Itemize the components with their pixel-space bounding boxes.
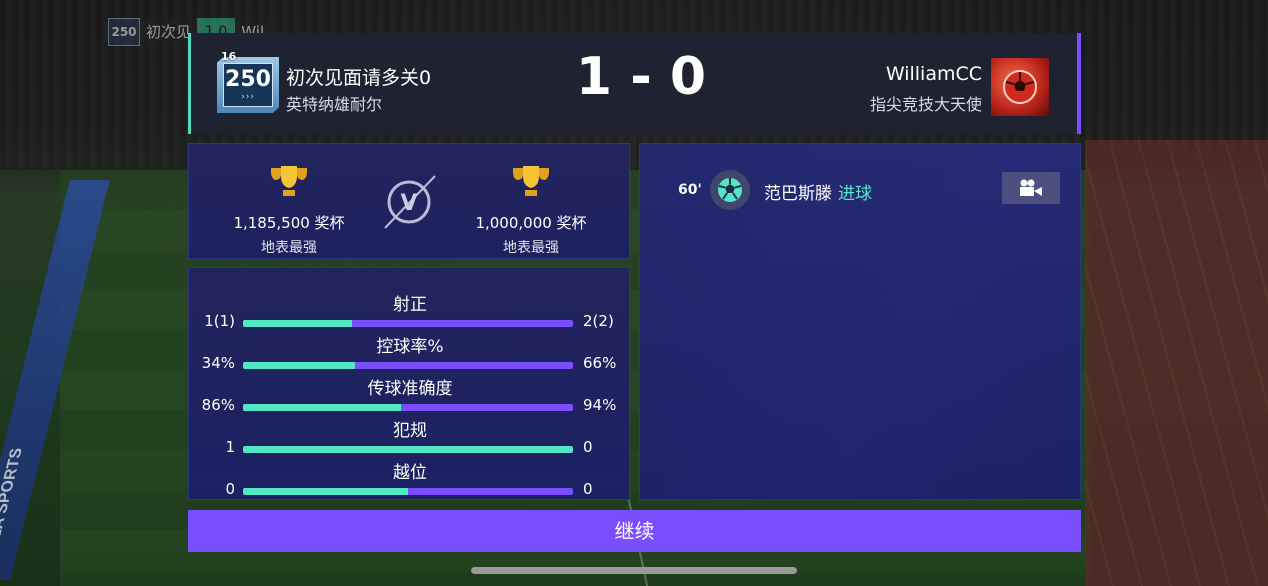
stat-bar bbox=[243, 362, 573, 369]
match-header: 250 ››› 16 初次见面请多关0 英特纳雄耐尔 1 - 0 William… bbox=[188, 33, 1081, 134]
stat-bar bbox=[243, 446, 573, 453]
rank-badge-inner: 250 ››› bbox=[223, 63, 273, 107]
stat-home-value: 34% bbox=[201, 354, 235, 372]
match-score: 1 - 0 bbox=[575, 47, 707, 107]
trophy-panel: 1,185,500 奖杯 地表最强 V 1,000,000 奖杯 地表最强 bbox=[188, 143, 630, 259]
stat-bar bbox=[243, 320, 573, 327]
stat-bar-fill bbox=[243, 320, 352, 327]
away-trophy-block: 1,000,000 奖杯 地表最强 bbox=[451, 144, 611, 257]
rank-value: 250 bbox=[225, 67, 271, 92]
versus-icon: V bbox=[384, 175, 436, 229]
stat-home-value: 1(1) bbox=[204, 312, 235, 330]
stat-bar-fill bbox=[243, 488, 408, 495]
stat-bar-fill bbox=[243, 404, 401, 411]
trophy-icon bbox=[513, 166, 549, 196]
replay-video-button[interactable] bbox=[1002, 172, 1060, 204]
soccer-ball-icon bbox=[718, 178, 742, 202]
stat-label: 越位 bbox=[393, 463, 427, 483]
stat-label: 射正 bbox=[393, 295, 427, 315]
rank-level: 16 bbox=[221, 50, 237, 63]
stat-home-value: 86% bbox=[201, 396, 235, 414]
stat-away-value: 0 bbox=[583, 438, 593, 456]
stat-away-value: 0 bbox=[583, 480, 593, 498]
event-type: 进球 bbox=[838, 184, 872, 204]
stat-away-value: 94% bbox=[583, 396, 617, 414]
away-club-name: 指尖竞技大天使 bbox=[869, 95, 982, 114]
away-trophy-tier: 地表最强 bbox=[503, 240, 559, 256]
soccer-ball-icon bbox=[1003, 70, 1037, 104]
home-indicator-bar[interactable] bbox=[471, 567, 797, 574]
stat-home-value: 0 bbox=[225, 480, 235, 498]
rank-badge: 250 ››› bbox=[217, 57, 279, 113]
away-player-name: WilliamCC bbox=[885, 63, 982, 85]
video-camera-icon bbox=[1020, 179, 1042, 196]
stat-bar bbox=[243, 404, 573, 411]
stat-home-value: 1 bbox=[225, 438, 235, 456]
stat-away-value: 2(2) bbox=[583, 312, 614, 330]
stat-away-value: 66% bbox=[583, 354, 617, 372]
stat-bar-fill bbox=[243, 362, 356, 369]
svg-text:V: V bbox=[400, 191, 417, 216]
stat-label: 犯规 bbox=[393, 421, 427, 441]
home-trophy-count: 1,185,500 奖杯 bbox=[233, 214, 345, 232]
stat-row: 越位 0 0 bbox=[189, 458, 631, 500]
event-row: 60' 范巴斯滕 进球 bbox=[640, 170, 1082, 210]
away-avatar[interactable] bbox=[991, 58, 1049, 116]
home-club-name: 英特纳雄耐尔 bbox=[286, 95, 383, 114]
trophy-icon bbox=[271, 166, 307, 196]
match-events-panel: 60' 范巴斯滕 进球 bbox=[639, 143, 1081, 500]
stat-label: 控球率% bbox=[376, 337, 444, 357]
ad-board-text: EA SPORTS bbox=[0, 448, 27, 540]
event-minute: 60' bbox=[678, 182, 702, 198]
event-icon-wrap bbox=[710, 170, 750, 210]
stats-panel: 射正 1(1) 2(2) 控球率% 34% 66% 传球准确度 86% 94% … bbox=[188, 267, 630, 500]
stat-bar bbox=[243, 488, 573, 495]
stat-row: 犯规 1 0 bbox=[189, 416, 631, 458]
home-player-name: 初次见面请多关0 bbox=[286, 67, 432, 89]
home-trophy-block: 1,185,500 奖杯 地表最强 bbox=[209, 144, 369, 257]
stat-row: 控球率% 34% 66% bbox=[189, 332, 631, 374]
away-trophy-count: 1,000,000 奖杯 bbox=[475, 214, 587, 232]
event-description: 范巴斯滕 进球 bbox=[764, 179, 872, 204]
event-player-name: 范巴斯滕 bbox=[764, 184, 832, 204]
home-trophy-tier: 地表最强 bbox=[261, 240, 317, 256]
chevron-decor-icon: ››› bbox=[241, 92, 255, 102]
stat-row: 传球准确度 86% 94% bbox=[189, 374, 631, 416]
running-track bbox=[1085, 140, 1268, 586]
stat-bar-fill bbox=[243, 446, 573, 453]
continue-button[interactable]: 继续 bbox=[188, 510, 1081, 552]
mini-rank-badge: 250 bbox=[108, 18, 140, 46]
stat-label: 传球准确度 bbox=[367, 379, 453, 399]
stat-row: 射正 1(1) 2(2) bbox=[189, 290, 631, 332]
